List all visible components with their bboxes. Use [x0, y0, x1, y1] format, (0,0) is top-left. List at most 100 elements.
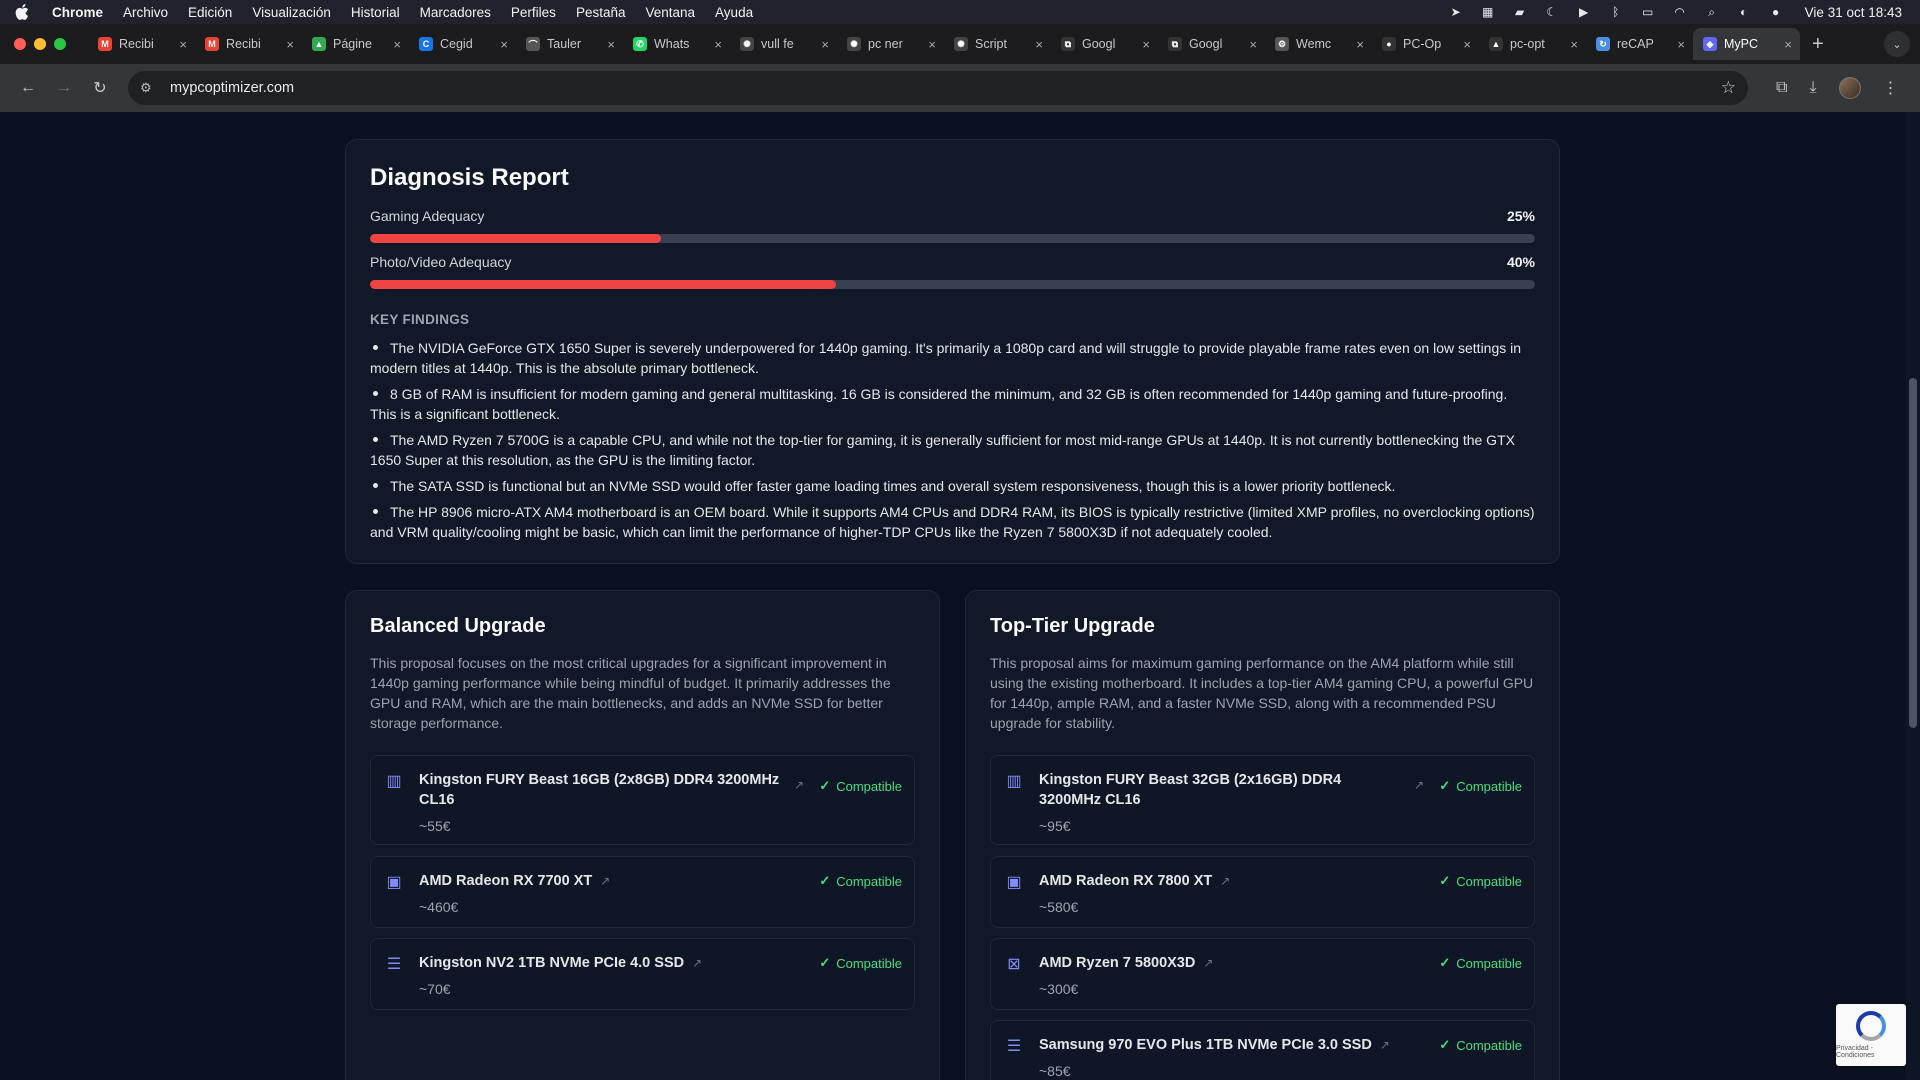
- menu-perfiles[interactable]: Perfiles: [511, 5, 556, 20]
- browser-tab[interactable]: MRecibi×: [195, 28, 302, 60]
- browser-tab[interactable]: ⧉Googl×: [1158, 28, 1265, 60]
- browser-tab[interactable]: ⌒Tauler×: [516, 28, 623, 60]
- browser-tab[interactable]: ✺pc ner×: [837, 28, 944, 60]
- extensions-icon[interactable]: ⧉: [1776, 79, 1787, 97]
- menu-chrome[interactable]: Chrome: [52, 5, 103, 20]
- part-price: ~460€: [419, 899, 458, 915]
- tab-close-icon[interactable]: ×: [179, 37, 187, 52]
- browser-tab[interactable]: ⚙Wemc×: [1265, 28, 1372, 60]
- browser-tab[interactable]: ◈MyPC×: [1693, 28, 1800, 60]
- part-name: AMD Radeon RX 7700 XT: [419, 873, 592, 889]
- part-item: ▥ Kingston FURY Beast 16GB (2x8GB) DDR4 …: [370, 755, 915, 845]
- compatible-badge: ✓Compatible: [1439, 1037, 1522, 1053]
- menu-historial[interactable]: Historial: [351, 5, 400, 20]
- tab-close-icon[interactable]: ×: [821, 37, 829, 52]
- external-link-icon[interactable]: ↗: [600, 874, 610, 888]
- browser-tab[interactable]: ⧉Googl×: [1051, 28, 1158, 60]
- grid-icon[interactable]: ▦: [1479, 5, 1497, 19]
- meter-label: Gaming Adequacy: [370, 208, 1535, 224]
- tab-close-icon[interactable]: ×: [1784, 37, 1792, 52]
- site-info-icon[interactable]: ⚙: [140, 80, 158, 96]
- tab-close-icon[interactable]: ×: [1035, 37, 1043, 52]
- recaptcha-text[interactable]: Privacidad - Condiciones: [1836, 1045, 1906, 1059]
- external-link-icon[interactable]: ↗: [794, 778, 804, 792]
- menu-marcadores[interactable]: Marcadores: [420, 5, 491, 20]
- browser-tab[interactable]: ✆Whats×: [623, 28, 730, 60]
- download-icon[interactable]: ⤓: [1809, 79, 1816, 97]
- browser-tab[interactable]: ●PC-Op×: [1372, 28, 1479, 60]
- tab-label: Whats: [654, 37, 710, 51]
- tab-close-icon[interactable]: ×: [1677, 37, 1685, 52]
- tab-close-icon[interactable]: ×: [1249, 37, 1257, 52]
- maximize-window-button[interactable]: [54, 38, 66, 50]
- browser-tab[interactable]: ▲Págine×: [302, 28, 409, 60]
- control-center-icon[interactable]: ◐: [1735, 5, 1753, 19]
- tab-close-icon[interactable]: ×: [607, 37, 615, 52]
- chrome-menu-icon[interactable]: ⋮: [1883, 78, 1899, 98]
- tab-close-icon[interactable]: ×: [393, 37, 401, 52]
- new-tab-button[interactable]: +: [1812, 33, 1824, 56]
- address-bar[interactable]: ⚙ mypcoptimizer.com ☆: [128, 71, 1748, 105]
- tab-close-icon[interactable]: ×: [1356, 37, 1364, 52]
- meter-label: Photo/Video Adequacy: [370, 254, 1535, 270]
- browser-tab[interactable]: ▲pc-opt×: [1479, 28, 1586, 60]
- tab-close-icon[interactable]: ×: [1463, 37, 1471, 52]
- menu-visualizacion[interactable]: Visualización: [252, 5, 331, 20]
- apple-icon[interactable]: [14, 4, 30, 20]
- menu-ayuda[interactable]: Ayuda: [715, 5, 753, 20]
- browser-tab[interactable]: ✺Script×: [944, 28, 1051, 60]
- part-name: Kingston FURY Beast 32GB (2x16GB) DDR4 3…: [1039, 772, 1341, 808]
- browser-tab[interactable]: ↻reCAP×: [1586, 28, 1693, 60]
- play-icon[interactable]: ▶: [1575, 5, 1593, 19]
- profile-avatar[interactable]: [1839, 77, 1861, 99]
- external-link-icon[interactable]: ↗: [1220, 874, 1230, 888]
- location-icon[interactable]: ➤: [1447, 5, 1465, 19]
- scrollbar-thumb[interactable]: [1909, 378, 1917, 728]
- notification-icon[interactable]: ▰: [1511, 5, 1529, 19]
- reload-button[interactable]: ↻: [86, 74, 114, 102]
- page-scrollbar[interactable]: [1906, 112, 1920, 1080]
- tab-favicon-icon: C: [419, 37, 433, 51]
- wifi-icon[interactable]: ◠: [1671, 5, 1689, 19]
- browser-tab[interactable]: ✺vull fe×: [730, 28, 837, 60]
- menubar-clock[interactable]: Vie 31 oct 18:43: [1805, 5, 1902, 20]
- siri-icon[interactable]: ●: [1767, 5, 1785, 19]
- gpu-icon: ▣: [1005, 873, 1023, 891]
- external-link-icon[interactable]: ↗: [692, 956, 702, 970]
- bookmark-star-icon[interactable]: ☆: [1721, 78, 1736, 98]
- finding-text: The AMD Ryzen 7 5700G is a capable CPU, …: [370, 432, 1515, 468]
- spotlight-search-icon[interactable]: ⌕: [1703, 5, 1721, 19]
- menu-ventana[interactable]: Ventana: [645, 5, 695, 20]
- external-link-icon[interactable]: ↗: [1380, 1038, 1390, 1052]
- battery-icon[interactable]: ▭: [1639, 5, 1657, 19]
- recaptcha-badge[interactable]: Privacidad - Condiciones: [1836, 1004, 1906, 1066]
- tab-close-icon[interactable]: ×: [928, 37, 936, 52]
- part-name: Kingston NV2 1TB NVMe PCIe 4.0 SSD: [419, 955, 684, 971]
- menu-edicion[interactable]: Edición: [188, 5, 232, 20]
- browser-tab[interactable]: C Cegid ×: [409, 28, 516, 60]
- tab-close-icon[interactable]: ×: [714, 37, 722, 52]
- tab-search-button[interactable]: ⌄: [1884, 31, 1910, 57]
- bluetooth-icon[interactable]: ᛒ: [1607, 5, 1625, 19]
- browser-tab[interactable]: MRecibi×: [88, 28, 195, 60]
- external-link-icon[interactable]: ↗: [1414, 778, 1424, 792]
- back-button[interactable]: ←: [14, 74, 42, 102]
- minimize-window-button[interactable]: [34, 38, 46, 50]
- gaming-adequacy-meter: Gaming Adequacy 25%: [370, 208, 1535, 224]
- tab-close-icon[interactable]: ×: [500, 37, 508, 52]
- tab-label: Cegid: [440, 37, 496, 51]
- tab-favicon-icon: ⚙: [1275, 37, 1289, 51]
- tab-close-icon[interactable]: ×: [1570, 37, 1578, 52]
- moon-icon[interactable]: ☾: [1543, 5, 1561, 19]
- forward-button[interactable]: →: [50, 74, 78, 102]
- close-window-button[interactable]: [14, 38, 26, 50]
- tab-close-icon[interactable]: ×: [286, 37, 294, 52]
- tab-close-icon[interactable]: ×: [1142, 37, 1150, 52]
- external-link-icon[interactable]: ↗: [1203, 956, 1213, 970]
- menu-archivo[interactable]: Archivo: [123, 5, 168, 20]
- menu-pestana[interactable]: Pestaña: [576, 5, 626, 20]
- part-item: ☰ Kingston NV2 1TB NVMe PCIe 4.0 SSD↗ ~7…: [370, 938, 915, 1010]
- tab-favicon-icon: ⧉: [1168, 37, 1182, 51]
- tab-label: reCAP: [1617, 37, 1673, 51]
- url-text[interactable]: mypcoptimizer.com: [170, 80, 294, 96]
